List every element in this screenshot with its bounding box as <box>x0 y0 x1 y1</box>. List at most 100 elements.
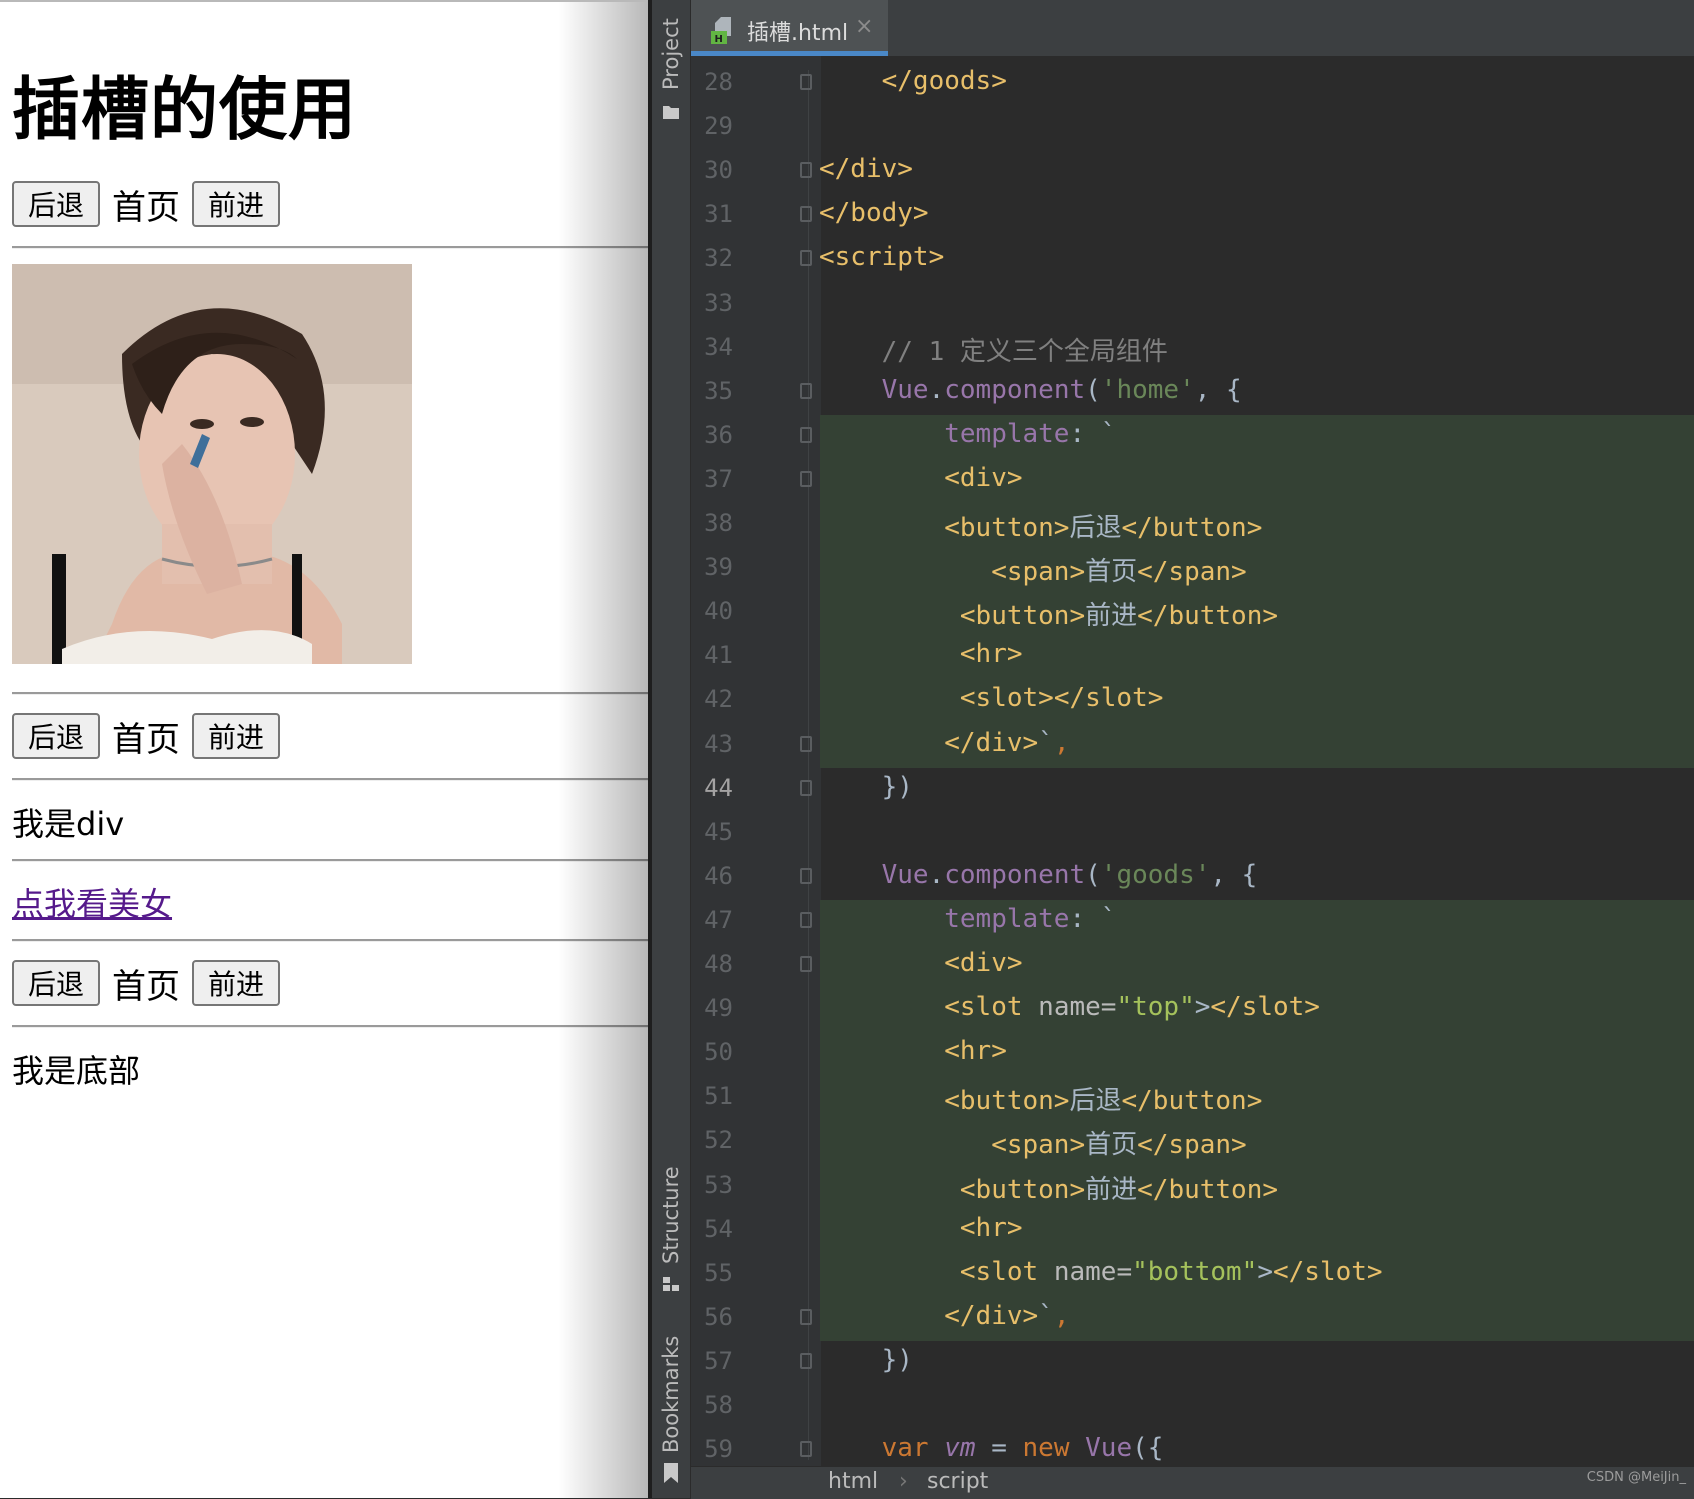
line-number: 51 <box>704 1082 733 1111</box>
fold-marker-icon[interactable] <box>800 206 812 223</box>
line-number: 31 <box>704 200 733 229</box>
project-tool-button[interactable]: Project <box>652 12 690 96</box>
line-number: 36 <box>704 420 733 449</box>
bookmarks-tool-button[interactable]: Bookmarks <box>652 1335 690 1452</box>
divider-line <box>12 1025 648 1028</box>
code-line[interactable]: Vue.component('home', { <box>819 375 1242 405</box>
code-line[interactable]: <script> <box>819 242 944 272</box>
forward-button[interactable]: 前进 <box>192 960 281 1006</box>
code-line[interactable]: <div> <box>819 948 1022 978</box>
line-number: 41 <box>704 641 733 670</box>
line-number: 39 <box>704 553 733 582</box>
home-label: 首页 <box>112 187 181 228</box>
code-line[interactable]: <hr> <box>819 1036 1007 1066</box>
home-nav-bar: 后退 首页 前进 <box>12 180 281 228</box>
portrait-image <box>12 264 412 664</box>
code-line[interactable]: template: ` <box>819 904 1116 934</box>
forward-button[interactable]: 前进 <box>192 713 281 759</box>
forward-button[interactable]: 前进 <box>192 181 281 227</box>
code-line[interactable]: <button>后退</button> <box>819 1080 1262 1117</box>
editor-tab-bar: H 插槽.html × <box>691 0 1694 56</box>
line-number: 58 <box>704 1391 733 1419</box>
line-number: 38 <box>704 509 733 537</box>
page-heading: 插槽的使用 <box>12 71 358 150</box>
code-line[interactable]: </body> <box>819 198 929 228</box>
breadcrumb-script[interactable]: script <box>927 1469 988 1494</box>
code-line[interactable]: </div>`, <box>819 1301 1069 1331</box>
code-line[interactable]: }) <box>819 772 913 802</box>
divider-line <box>12 246 648 249</box>
fold-marker-icon[interactable] <box>800 74 812 90</box>
code-line[interactable]: <span>首页</span> <box>819 551 1247 588</box>
fold-marker-icon[interactable] <box>800 250 812 267</box>
code-line[interactable]: <hr> <box>819 639 1023 669</box>
code-line[interactable]: <slot name="top"></slot> <box>819 992 1320 1022</box>
line-number: 56 <box>704 1302 733 1331</box>
line-number: 53 <box>704 1170 733 1199</box>
divider-line <box>12 778 648 781</box>
fold-marker-icon[interactable] <box>800 162 812 179</box>
fold-marker-icon[interactable] <box>800 1352 812 1369</box>
divider-line <box>12 692 648 695</box>
bookmark-icon <box>664 1463 678 1483</box>
fold-marker-icon[interactable] <box>800 779 812 796</box>
fold-marker-icon[interactable] <box>800 911 812 928</box>
code-line[interactable]: </goods> <box>819 66 1007 96</box>
fold-marker-icon[interactable] <box>800 382 812 399</box>
folder-icon <box>663 106 679 119</box>
code-line[interactable]: Vue.component('goods', { <box>819 860 1258 890</box>
code-line[interactable]: <slot name="bottom"></slot> <box>819 1257 1383 1287</box>
fold-marker-icon[interactable] <box>800 426 812 443</box>
line-number: 32 <box>704 244 733 273</box>
code-line[interactable]: <button>前进</button> <box>819 595 1278 632</box>
line-number: 52 <box>704 1126 733 1155</box>
fold-marker-icon[interactable] <box>800 735 812 752</box>
code-line[interactable]: <span>首页</span> <box>819 1124 1247 1161</box>
breadcrumb-html[interactable]: html <box>828 1469 878 1494</box>
tool-window-strip: Project Structure Bookmarks <box>652 0 691 1498</box>
watermark-credit: CSDN @MeiJin_ <box>1586 1470 1686 1485</box>
code-line[interactable]: }) <box>819 1345 913 1375</box>
structure-tool-button[interactable]: Structure <box>652 1160 690 1270</box>
fold-marker-icon[interactable] <box>800 1308 812 1325</box>
html-file-icon: H <box>711 17 731 44</box>
fold-marker-icon[interactable] <box>800 470 812 487</box>
fold-marker-icon[interactable] <box>800 956 812 972</box>
code-line[interactable]: <hr> <box>819 1213 1023 1243</box>
line-number: 46 <box>704 861 733 890</box>
divider-line <box>12 859 648 862</box>
fold-marker-icon[interactable] <box>800 1441 812 1458</box>
line-number: 48 <box>704 950 733 978</box>
code-line[interactable]: // 1 定义三个全局组件 <box>819 331 1168 368</box>
back-button[interactable]: 后退 <box>12 713 101 759</box>
breadcrumb-bar: html › script <box>691 1466 1694 1499</box>
home-label: 首页 <box>112 719 181 760</box>
line-number: 49 <box>704 994 733 1023</box>
code-line[interactable]: <button>后退</button> <box>819 507 1262 544</box>
line-number: 37 <box>704 464 733 493</box>
back-button[interactable]: 后退 <box>12 960 101 1006</box>
back-button[interactable]: 后退 <box>12 181 101 227</box>
code-line[interactable]: <div> <box>819 463 1022 493</box>
code-line[interactable]: var vm = new Vue({ <box>819 1433 1164 1463</box>
breadcrumb-separator: › <box>899 1469 908 1494</box>
code-line[interactable]: </div>`, <box>819 728 1069 758</box>
code-line[interactable]: template: ` <box>819 419 1116 449</box>
line-number: 59 <box>704 1435 733 1464</box>
line-number: 28 <box>704 68 733 96</box>
close-tab-icon[interactable]: × <box>855 14 873 39</box>
code-line[interactable]: <button>前进</button> <box>819 1169 1278 1206</box>
editor-tab[interactable]: H 插槽.html × <box>691 0 888 56</box>
code-line[interactable]: </div> <box>819 154 913 184</box>
home-label: 首页 <box>112 966 181 1007</box>
code-line[interactable]: <slot></slot> <box>819 683 1164 713</box>
tab-filename: 插槽.html <box>747 21 849 46</box>
line-number: 34 <box>704 332 733 361</box>
see-beauty-link[interactable]: 点我看美女 <box>12 879 172 925</box>
fold-marker-icon[interactable] <box>800 867 812 884</box>
line-number: 57 <box>704 1346 733 1375</box>
line-number: 35 <box>704 376 733 405</box>
bottom-text: 我是底部 <box>12 1052 141 1090</box>
line-number: 45 <box>704 817 733 846</box>
line-number: 50 <box>704 1038 733 1067</box>
